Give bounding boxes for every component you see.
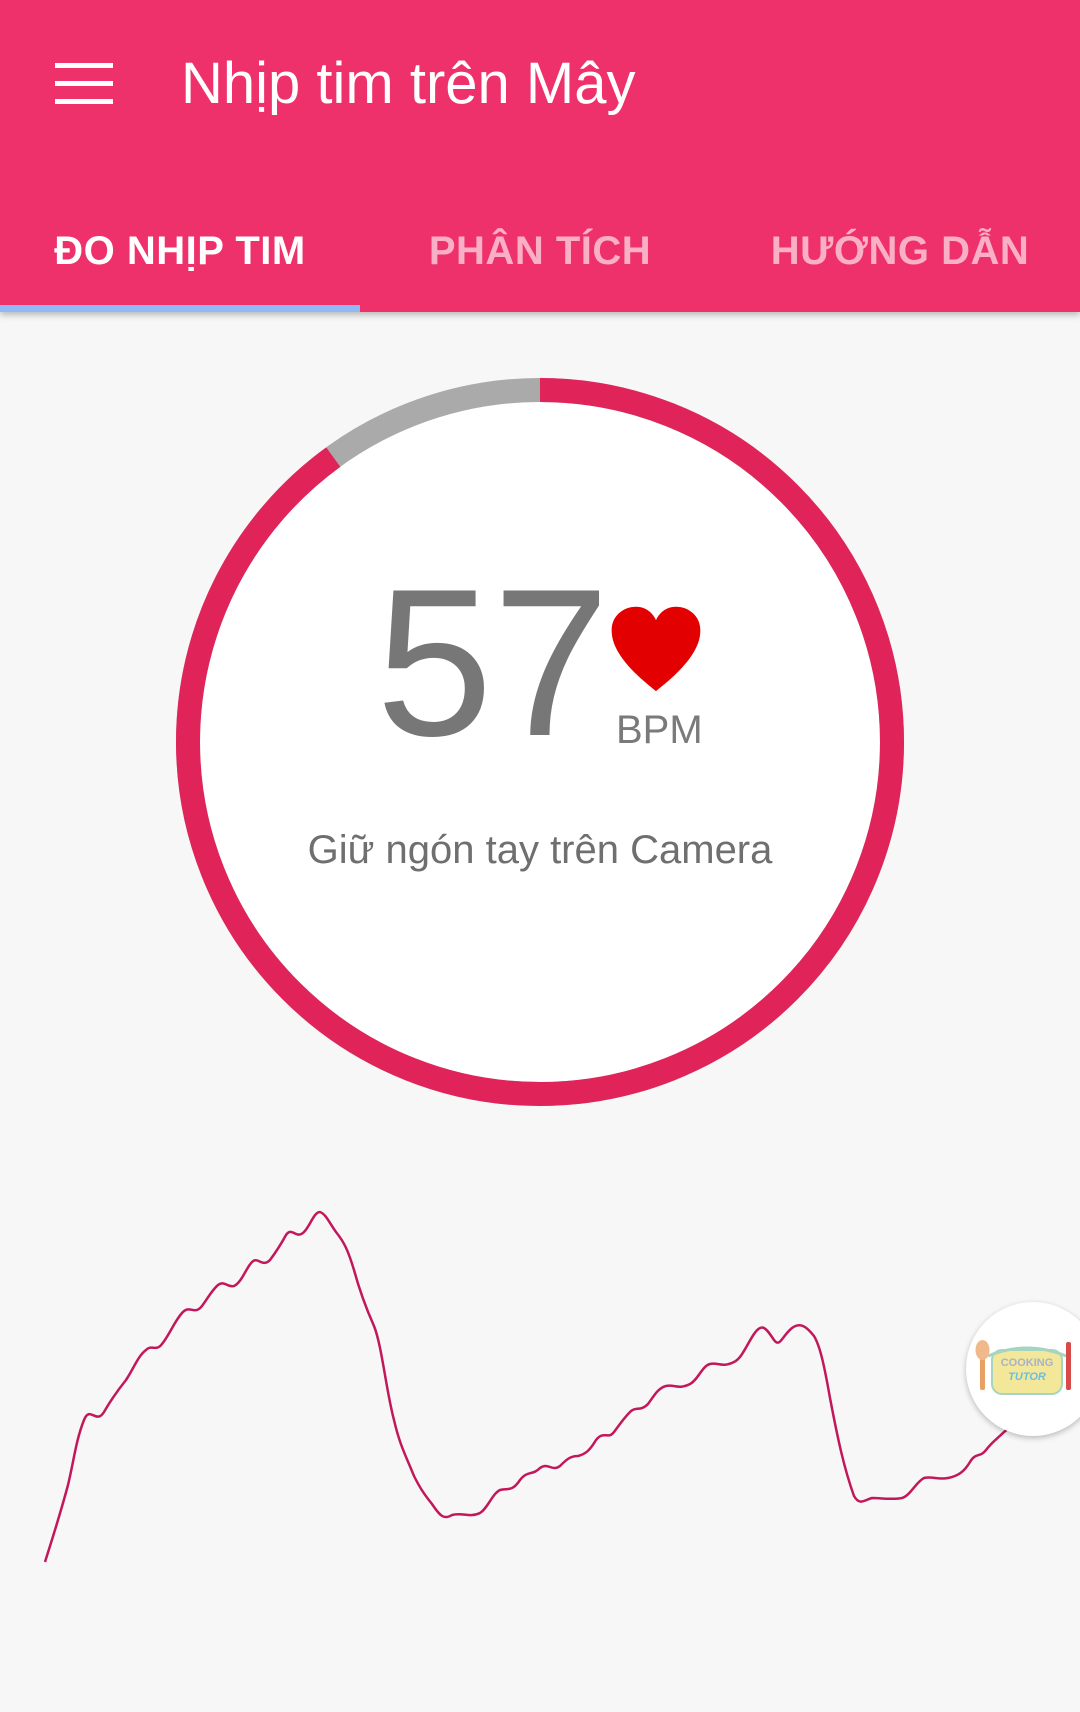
tab-label: ĐO NHỊP TIM — [54, 228, 306, 273]
svg-text:TUTOR: TUTOR — [1008, 1371, 1046, 1383]
tab-measure[interactable]: ĐO NHỊP TIM — [0, 190, 360, 312]
app-title: Nhịp tim trên Mây — [181, 51, 636, 116]
tab-label: HƯỚNG DẪN — [770, 228, 1030, 273]
bpm-unit: BPM — [616, 708, 703, 752]
menu-button[interactable] — [40, 40, 128, 128]
tab-guide[interactable]: HƯỚNG DẪN — [720, 190, 1080, 312]
instruction-text: Giữ ngón tay trên Camera — [307, 828, 773, 872]
tab-analysis[interactable]: PHÂN TÍCH — [360, 190, 720, 312]
menu-icon — [55, 63, 113, 104]
tab-bar: ĐO NHỊP TIM PHÂN TÍCH HƯỚNG DẪN — [0, 190, 1080, 312]
heart-icon — [611, 606, 701, 692]
waveform-line — [43, 1210, 1033, 1563]
bpm-display: 57 BPM Giữ ngón tay trên Camera — [176, 378, 904, 1106]
tab-indicator — [0, 305, 360, 312]
app-bar: Nhịp tim trên Mây ĐO NHỊP TIM PHÂN TÍCH … — [0, 0, 1080, 312]
tab-label: PHÂN TÍCH — [428, 228, 652, 273]
pulse-waveform — [43, 1210, 1033, 1563]
svg-text:COOKING: COOKING — [1001, 1357, 1054, 1369]
bpm-value: 57 — [376, 545, 610, 780]
